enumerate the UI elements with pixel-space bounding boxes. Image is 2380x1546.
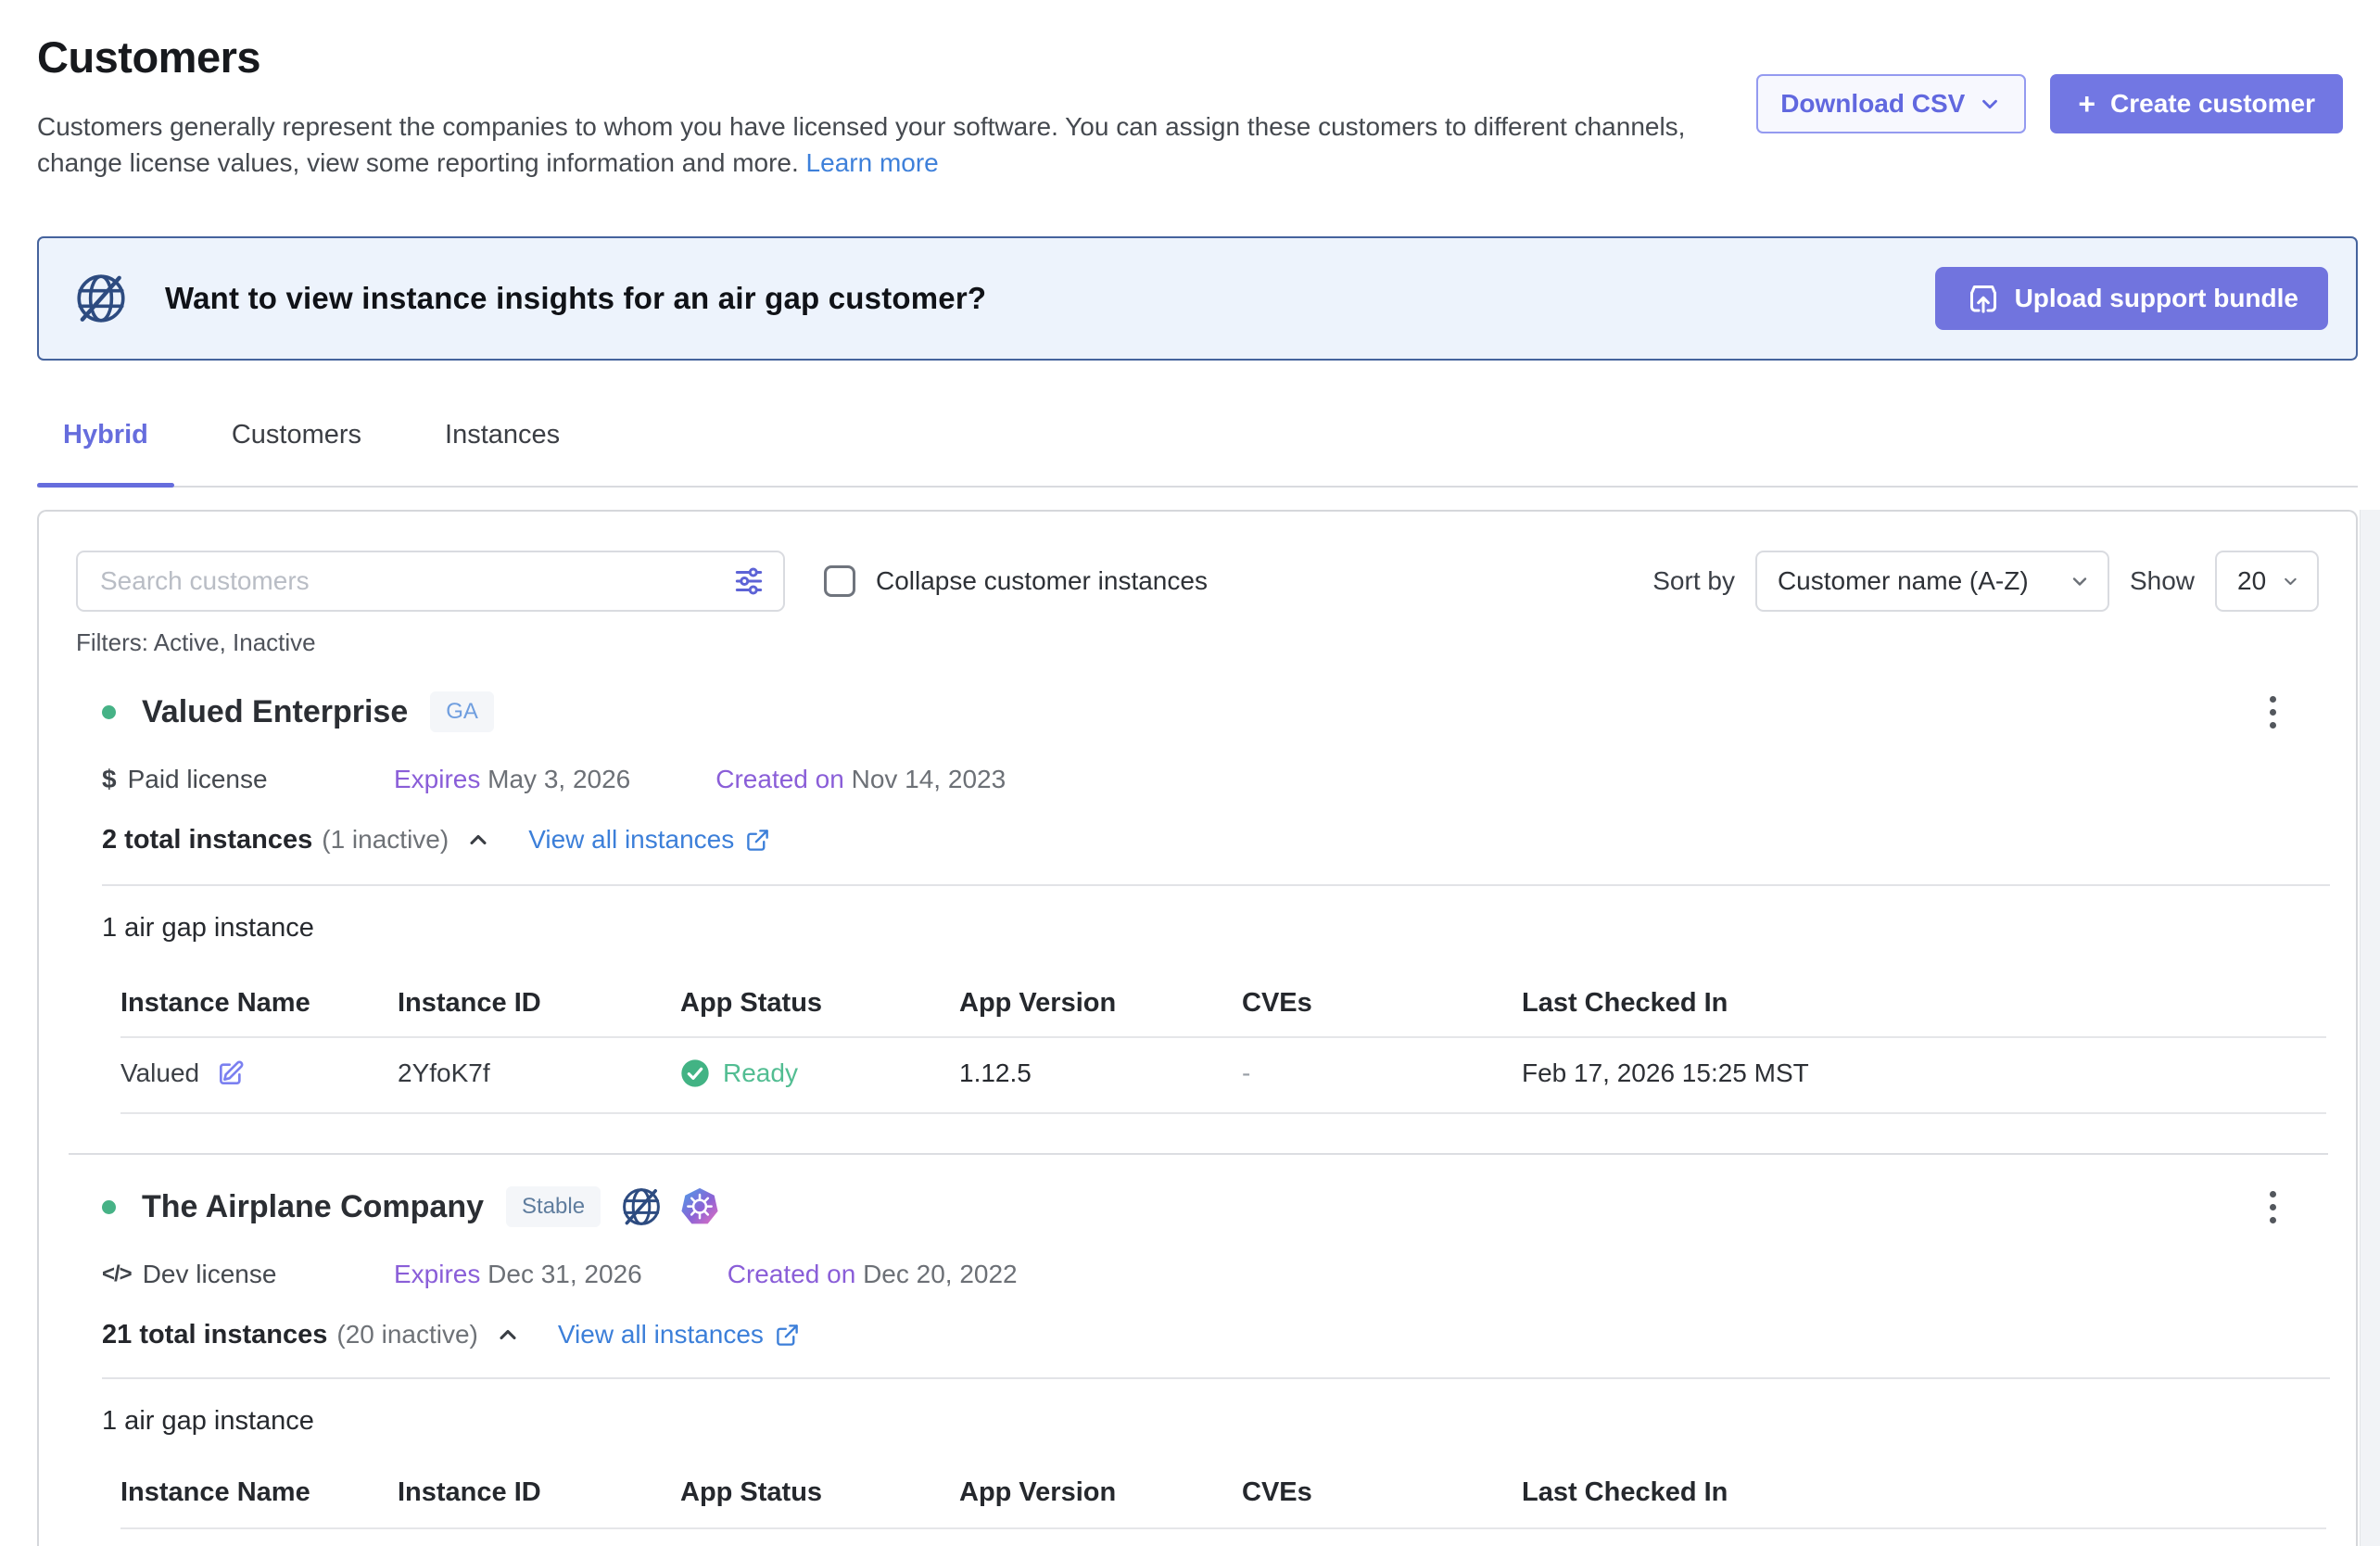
chevron-up-icon[interactable] xyxy=(495,1322,521,1348)
license-type: $ Paid license xyxy=(102,765,394,794)
customer-name[interactable]: The Airplane Company xyxy=(142,1189,484,1225)
channel-badge: GA xyxy=(430,691,494,732)
airgap-banner: Want to view instance insights for an ai… xyxy=(37,236,2358,361)
instances-total: 21 total instances xyxy=(102,1320,327,1350)
active-status-dot xyxy=(102,705,116,719)
airgap-instances-heading: 1 air gap instance xyxy=(102,1403,2330,1438)
created-field: Created on Dec 20, 2022 xyxy=(728,1260,1018,1289)
kebab-menu-icon[interactable] xyxy=(2264,691,2282,734)
instances-inactive: (20 inactive) xyxy=(336,1320,478,1350)
page-header: Customers Customers generally represent … xyxy=(0,0,2380,181)
customer-meta: $ Paid license Expires May 3, 2026 Creat… xyxy=(102,762,2330,797)
instances-table: Instance Name Instance ID App Status App… xyxy=(120,986,2326,1114)
active-filters-text: Filters: Active, Inactive xyxy=(39,612,2356,656)
chevron-down-icon xyxy=(1978,92,2002,116)
expires-field: Expires May 3, 2026 xyxy=(394,765,630,794)
instances-table-header: Instance Name Instance ID App Status App… xyxy=(120,1476,2326,1529)
collapse-checkbox[interactable] xyxy=(824,565,855,597)
filter-sliders-icon[interactable] xyxy=(731,564,766,603)
page-description: Customers generally represent the compan… xyxy=(37,108,1715,181)
instances-summary-row: 21 total instances (20 inactive) View al… xyxy=(102,1316,2330,1353)
page-title: Customers xyxy=(37,32,1715,82)
customer-header: Valued Enterprise GA xyxy=(102,688,2330,736)
created-field: Created on Nov 14, 2023 xyxy=(715,765,1006,794)
license-type-label: Dev license xyxy=(143,1260,277,1289)
tab-instances[interactable]: Instances xyxy=(445,420,560,486)
divider xyxy=(102,884,2330,886)
code-icon: </> xyxy=(102,1261,132,1287)
chevron-up-icon[interactable] xyxy=(465,827,491,853)
customer-meta: </> Dev license Expires Dec 31, 2026 Cre… xyxy=(102,1257,2330,1292)
banner-title: Want to view instance insights for an ai… xyxy=(165,281,986,316)
download-csv-label: Download CSV xyxy=(1780,89,1965,119)
upload-support-bundle-button[interactable]: Upload support bundle xyxy=(1935,267,2328,330)
kebab-menu-icon[interactable] xyxy=(2264,1185,2282,1229)
create-customer-label: Create customer xyxy=(2110,89,2315,119)
header-left: Customers Customers generally represent … xyxy=(37,32,1715,181)
instances-inactive: (1 inactive) xyxy=(322,825,449,855)
upload-support-bundle-label: Upload support bundle xyxy=(2015,284,2298,313)
show-select[interactable]: 20 xyxy=(2215,551,2319,612)
sort-controls: Sort by Customer name (A-Z) Show 20 xyxy=(1652,551,2319,612)
instances-table-header: Instance Name Instance ID App Status App… xyxy=(120,986,2326,1038)
instances-summary-row: 2 total instances (1 inactive) View all … xyxy=(102,821,2330,858)
app-version-cell: 1.12.5 xyxy=(959,1058,1242,1088)
license-type-label: Paid license xyxy=(128,765,268,794)
channel-badge: Stable xyxy=(506,1186,601,1227)
chevron-down-icon xyxy=(2281,570,2300,592)
tab-hybrid[interactable]: Hybrid xyxy=(63,420,148,486)
airgap-instances-heading: 1 air gap instance xyxy=(102,910,2330,945)
sort-by-select[interactable]: Customer name (A-Z) xyxy=(1755,551,2109,612)
search-box xyxy=(76,551,785,612)
sort-by-value: Customer name (A-Z) xyxy=(1778,566,2054,596)
dollar-icon: $ xyxy=(102,765,117,794)
airgap-globe-icon xyxy=(619,1185,664,1229)
instance-row: Valued 2YfoK7f Ready xyxy=(120,1038,2326,1114)
instance-name-cell: Valued xyxy=(120,1058,398,1088)
collapse-checkbox-label: Collapse customer instances xyxy=(876,566,1208,596)
instance-id-cell: 2YfoK7f xyxy=(398,1058,680,1088)
download-csv-button[interactable]: Download CSV xyxy=(1756,74,2026,133)
learn-more-link[interactable]: Learn more xyxy=(806,148,939,177)
customer-name[interactable]: Valued Enterprise xyxy=(142,694,408,730)
external-link-icon xyxy=(775,1323,800,1348)
customer-section-valued-enterprise: Valued Enterprise GA $ Paid license Expi… xyxy=(39,688,2356,1114)
scrollbar[interactable] xyxy=(2360,510,2380,1546)
toolbar: Collapse customer instances Sort by Cust… xyxy=(39,512,2356,612)
kubernetes-icon xyxy=(678,1185,721,1228)
tab-customers[interactable]: Customers xyxy=(232,420,361,486)
show-label: Show xyxy=(2130,566,2195,596)
license-type: </> Dev license xyxy=(102,1260,394,1289)
sort-by-label: Sort by xyxy=(1652,566,1735,596)
airgap-globe-icon xyxy=(72,270,130,327)
tab-bar: Hybrid Customers Instances xyxy=(37,361,2358,488)
view-all-instances-link[interactable]: View all instances xyxy=(558,1320,800,1350)
divider xyxy=(102,1377,2330,1379)
expires-field: Expires Dec 31, 2026 xyxy=(394,1260,642,1289)
customer-divider xyxy=(69,1153,2328,1155)
last-checked-in-cell: Feb 17, 2026 15:25 MST xyxy=(1522,1058,2326,1088)
show-value: 20 xyxy=(2237,566,2266,596)
customers-card: Collapse customer instances Sort by Cust… xyxy=(37,510,2358,1546)
app-status-cell: Ready xyxy=(680,1058,959,1088)
header-actions: Download CSV + Create customer xyxy=(1756,74,2343,181)
plus-icon: + xyxy=(2078,87,2095,121)
customer-type-icons xyxy=(619,1185,721,1229)
external-link-icon xyxy=(745,828,770,853)
edit-icon[interactable] xyxy=(216,1058,246,1088)
collapse-instances-control: Collapse customer instances xyxy=(824,565,1208,597)
instances-total: 2 total instances xyxy=(102,825,312,855)
upload-bundle-icon xyxy=(1965,280,2002,317)
search-input[interactable] xyxy=(76,551,785,612)
instances-table: Instance Name Instance ID App Status App… xyxy=(120,1476,2326,1529)
customer-header: The Airplane Company Stable xyxy=(102,1183,2330,1231)
chevron-down-icon xyxy=(2069,570,2091,592)
view-all-instances-link[interactable]: View all instances xyxy=(528,825,770,855)
active-status-dot xyxy=(102,1200,116,1214)
create-customer-button[interactable]: + Create customer xyxy=(2050,74,2343,133)
customer-section-airplane-company: The Airplane Company Stable xyxy=(39,1183,2356,1529)
cves-cell: - xyxy=(1242,1058,1522,1088)
check-circle-icon xyxy=(680,1058,710,1088)
